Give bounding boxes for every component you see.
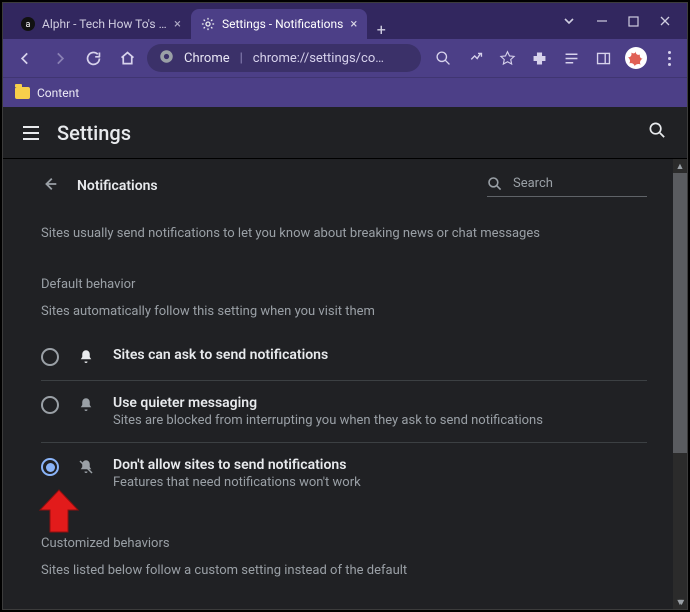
gear-icon bbox=[201, 17, 215, 31]
scroll-track[interactable] bbox=[673, 453, 687, 595]
reload-button[interactable] bbox=[79, 44, 107, 72]
title-bar: a Alphr - Tech How To's & G × Settings -… bbox=[3, 3, 687, 39]
profile-avatar[interactable] bbox=[625, 47, 647, 69]
new-tab-button[interactable]: + bbox=[367, 20, 395, 39]
zoom-icon[interactable] bbox=[433, 48, 453, 68]
bell-icon bbox=[77, 348, 95, 366]
customized-label: Customized behaviors bbox=[41, 536, 647, 551]
option-sub: Features that need notifications won't w… bbox=[113, 475, 361, 490]
default-behavior-label: Default behavior bbox=[41, 277, 647, 292]
option-title: Use quieter messaging bbox=[113, 395, 543, 411]
default-behavior-sub: Sites automatically follow this setting … bbox=[41, 304, 647, 319]
chevron-down-icon[interactable] bbox=[562, 14, 576, 28]
options-block: Sites can ask to send notifications Use … bbox=[41, 333, 647, 504]
customized-sub: Sites listed below follow a custom setti… bbox=[41, 563, 647, 578]
minimize-icon[interactable] bbox=[596, 15, 608, 27]
option-quieter[interactable]: Use quieter messaging Sites are blocked … bbox=[41, 380, 647, 442]
option-ask[interactable]: Sites can ask to send notifications bbox=[41, 333, 647, 380]
page-subheader: Notifications Search bbox=[41, 175, 647, 197]
svg-text:a: a bbox=[26, 20, 31, 30]
settings-header: Settings bbox=[3, 107, 687, 159]
bookmark-star-icon[interactable] bbox=[497, 48, 517, 68]
settings-app-title: Settings bbox=[57, 121, 630, 145]
menu-dots-icon[interactable] bbox=[659, 48, 679, 68]
page-scroll-down-icon[interactable]: ▼ bbox=[677, 597, 686, 608]
maximize-icon[interactable] bbox=[628, 16, 639, 27]
radio-quieter[interactable] bbox=[41, 396, 59, 414]
tab-settings[interactable]: Settings - Notifications × bbox=[191, 9, 367, 39]
option-title: Don't allow sites to send notifications bbox=[113, 457, 361, 473]
window-controls bbox=[546, 3, 687, 39]
browser-window: a Alphr - Tech How To's & G × Settings -… bbox=[2, 2, 688, 610]
radio-block[interactable] bbox=[41, 458, 59, 476]
radio-ask[interactable] bbox=[41, 348, 59, 366]
page-title: Notifications bbox=[77, 178, 469, 194]
tab-alphr[interactable]: a Alphr - Tech How To's & G × bbox=[11, 9, 191, 39]
bell-icon bbox=[77, 396, 95, 414]
option-block[interactable]: Don't allow sites to send notifications … bbox=[41, 442, 647, 504]
folder-icon bbox=[15, 87, 30, 99]
back-arrow-button[interactable] bbox=[41, 175, 59, 197]
bookmarks-bar: Content bbox=[3, 77, 687, 107]
home-button[interactable] bbox=[113, 44, 141, 72]
content-wrap: Notifications Search Sites usually send … bbox=[3, 159, 687, 609]
forward-button[interactable] bbox=[45, 44, 73, 72]
option-title: Sites can ask to send notifications bbox=[113, 347, 328, 363]
tab-label: Settings - Notifications bbox=[222, 17, 343, 31]
share-icon[interactable] bbox=[465, 48, 485, 68]
toolbar-right bbox=[427, 47, 679, 69]
bookmark-folder-content[interactable]: Content bbox=[15, 86, 79, 100]
scroll-up-icon[interactable]: ▲ bbox=[673, 159, 687, 173]
close-icon[interactable]: × bbox=[174, 17, 181, 32]
tab-strip: a Alphr - Tech How To's & G × Settings -… bbox=[3, 3, 546, 39]
settings-search[interactable]: Search bbox=[487, 176, 647, 197]
settings-content: Notifications Search Sites usually send … bbox=[3, 159, 673, 609]
url-text: chrome://settings/co… bbox=[253, 51, 384, 66]
scroll-thumb[interactable] bbox=[673, 173, 687, 453]
hamburger-icon[interactable] bbox=[23, 126, 39, 140]
alphr-favicon-icon: a bbox=[21, 17, 35, 31]
search-icon[interactable] bbox=[648, 121, 667, 144]
search-placeholder: Search bbox=[513, 176, 553, 191]
omnibox[interactable]: Chrome | chrome://settings/co… bbox=[147, 44, 421, 72]
bookmark-label: Content bbox=[37, 86, 79, 100]
option-sub: Sites are blocked from interrupting you … bbox=[113, 413, 543, 428]
scrollbar[interactable]: ▲ ▼ bbox=[673, 159, 687, 609]
chrome-logo-icon bbox=[159, 49, 174, 68]
reading-list-icon[interactable] bbox=[561, 48, 581, 68]
side-panel-icon[interactable] bbox=[593, 48, 613, 68]
extensions-icon[interactable] bbox=[529, 48, 549, 68]
toolbar: Chrome | chrome://settings/co… bbox=[3, 39, 687, 77]
omnibox-divider: | bbox=[240, 51, 243, 66]
close-icon[interactable]: × bbox=[350, 17, 357, 32]
tab-label: Alphr - Tech How To's & G bbox=[42, 17, 167, 31]
close-window-icon[interactable] bbox=[659, 15, 671, 27]
bell-off-icon bbox=[77, 458, 95, 476]
page-description: Sites usually send notifications to let … bbox=[41, 225, 647, 243]
back-button[interactable] bbox=[11, 44, 39, 72]
chrome-label: Chrome bbox=[184, 51, 230, 66]
